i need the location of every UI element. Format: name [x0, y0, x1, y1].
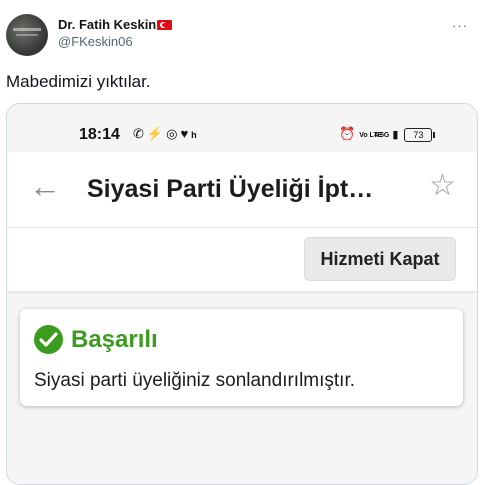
signal-icon: ▮	[392, 129, 399, 141]
success-message: Siyasi parti üyeliğiniz sonlandırılmıştı…	[34, 370, 356, 391]
action-toolbar: Hizmeti Kapat	[7, 228, 477, 291]
success-title: Başarılı	[71, 326, 158, 353]
close-service-button[interactable]: Hizmeti Kapat	[304, 237, 456, 281]
messenger-icon: ⚡	[146, 126, 167, 141]
author-avatar[interactable]	[6, 14, 48, 56]
tweet-media-screenshot[interactable]: 18:14 ✆⚡◎♥h ⏰ Vo LTE4.5G ▮ 73 ← Siyasi Part…	[6, 103, 478, 485]
success-check-icon	[34, 325, 63, 354]
carrier-letter: h	[191, 130, 197, 140]
avatar-decoration	[13, 28, 41, 31]
instagram-icon: ◎	[166, 126, 181, 141]
app-title-bar: ← Siyasi Parti Üyeliği İpt… ☆	[7, 152, 477, 228]
more-options-icon[interactable]: ···	[452, 18, 468, 33]
notification-icons: ✆⚡◎♥h	[133, 126, 197, 142]
network-label: 4.5G	[374, 131, 390, 139]
status-right-icons: ⏰ Vo LTE4.5G ▮ 73	[339, 126, 436, 143]
volte-label: Vo LTE	[359, 131, 383, 139]
avatar-decoration	[16, 34, 38, 36]
heart-icon: ♥	[180, 126, 192, 141]
author-handle[interactable]: @FKeskin06	[58, 34, 133, 49]
back-arrow-icon[interactable]: ←	[29, 170, 61, 202]
battery-icon: 73	[404, 128, 436, 143]
alarm-icon: ⏰	[339, 126, 356, 141]
content-area: Başarılı Siyasi parti üyeliğiniz sonland…	[7, 294, 477, 484]
phone-status-bar: 18:14 ✆⚡◎♥h ⏰ Vo LTE4.5G ▮ 73	[7, 104, 477, 152]
author-name-row[interactable]: Dr. Fatih Keskin	[58, 17, 173, 32]
author-name[interactable]: Dr. Fatih Keskin	[58, 17, 156, 32]
tweet-text: Mabedimizi yıktılar.	[6, 72, 151, 91]
status-time: 18:14	[79, 126, 120, 143]
result-card: Başarılı Siyasi parti üyeliğiniz sonland…	[20, 309, 463, 406]
page-title: Siyasi Parti Üyeliği İpt…	[87, 175, 374, 203]
turkey-flag-icon	[157, 20, 173, 30]
whatsapp-icon: ✆	[133, 126, 147, 141]
favorite-star-icon[interactable]: ☆	[429, 171, 456, 201]
